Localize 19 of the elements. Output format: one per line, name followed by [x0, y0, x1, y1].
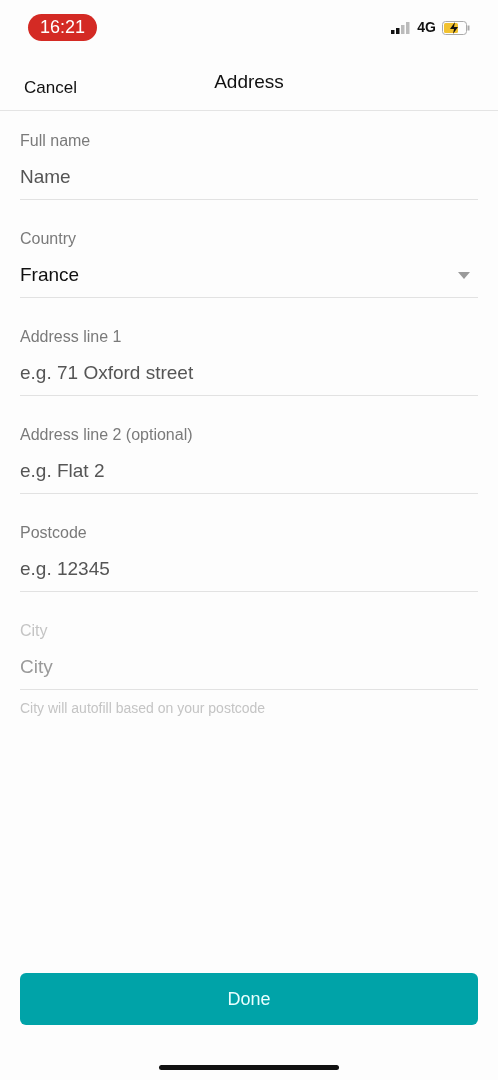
signal-icon	[391, 21, 412, 34]
network-label: 4G	[417, 18, 436, 37]
field-label: Address line 1	[20, 327, 123, 347]
cancel-button[interactable]: Cancel	[24, 75, 77, 101]
field-label: Postcode	[20, 523, 88, 543]
field-label: Address line 2 (optional)	[20, 425, 194, 445]
page-title: Address	[214, 70, 284, 95]
country-select[interactable]: France	[20, 261, 478, 298]
input-field[interactable]: Name	[20, 163, 478, 200]
field-label: Country	[20, 229, 78, 249]
field-label: Full name	[20, 131, 92, 151]
field-label: City	[20, 621, 49, 641]
input-field[interactable]: e.g. 12345	[20, 555, 478, 592]
battery-charging-icon	[442, 20, 470, 35]
dropdown-caret-icon	[458, 271, 470, 279]
hint-text: City will autofill based on your postcode	[20, 699, 267, 718]
input-field[interactable]: e.g. Flat 2	[20, 457, 478, 494]
status-time: 16:21	[28, 14, 98, 41]
input-field[interactable]: e.g. 71 Oxford street	[20, 359, 478, 396]
